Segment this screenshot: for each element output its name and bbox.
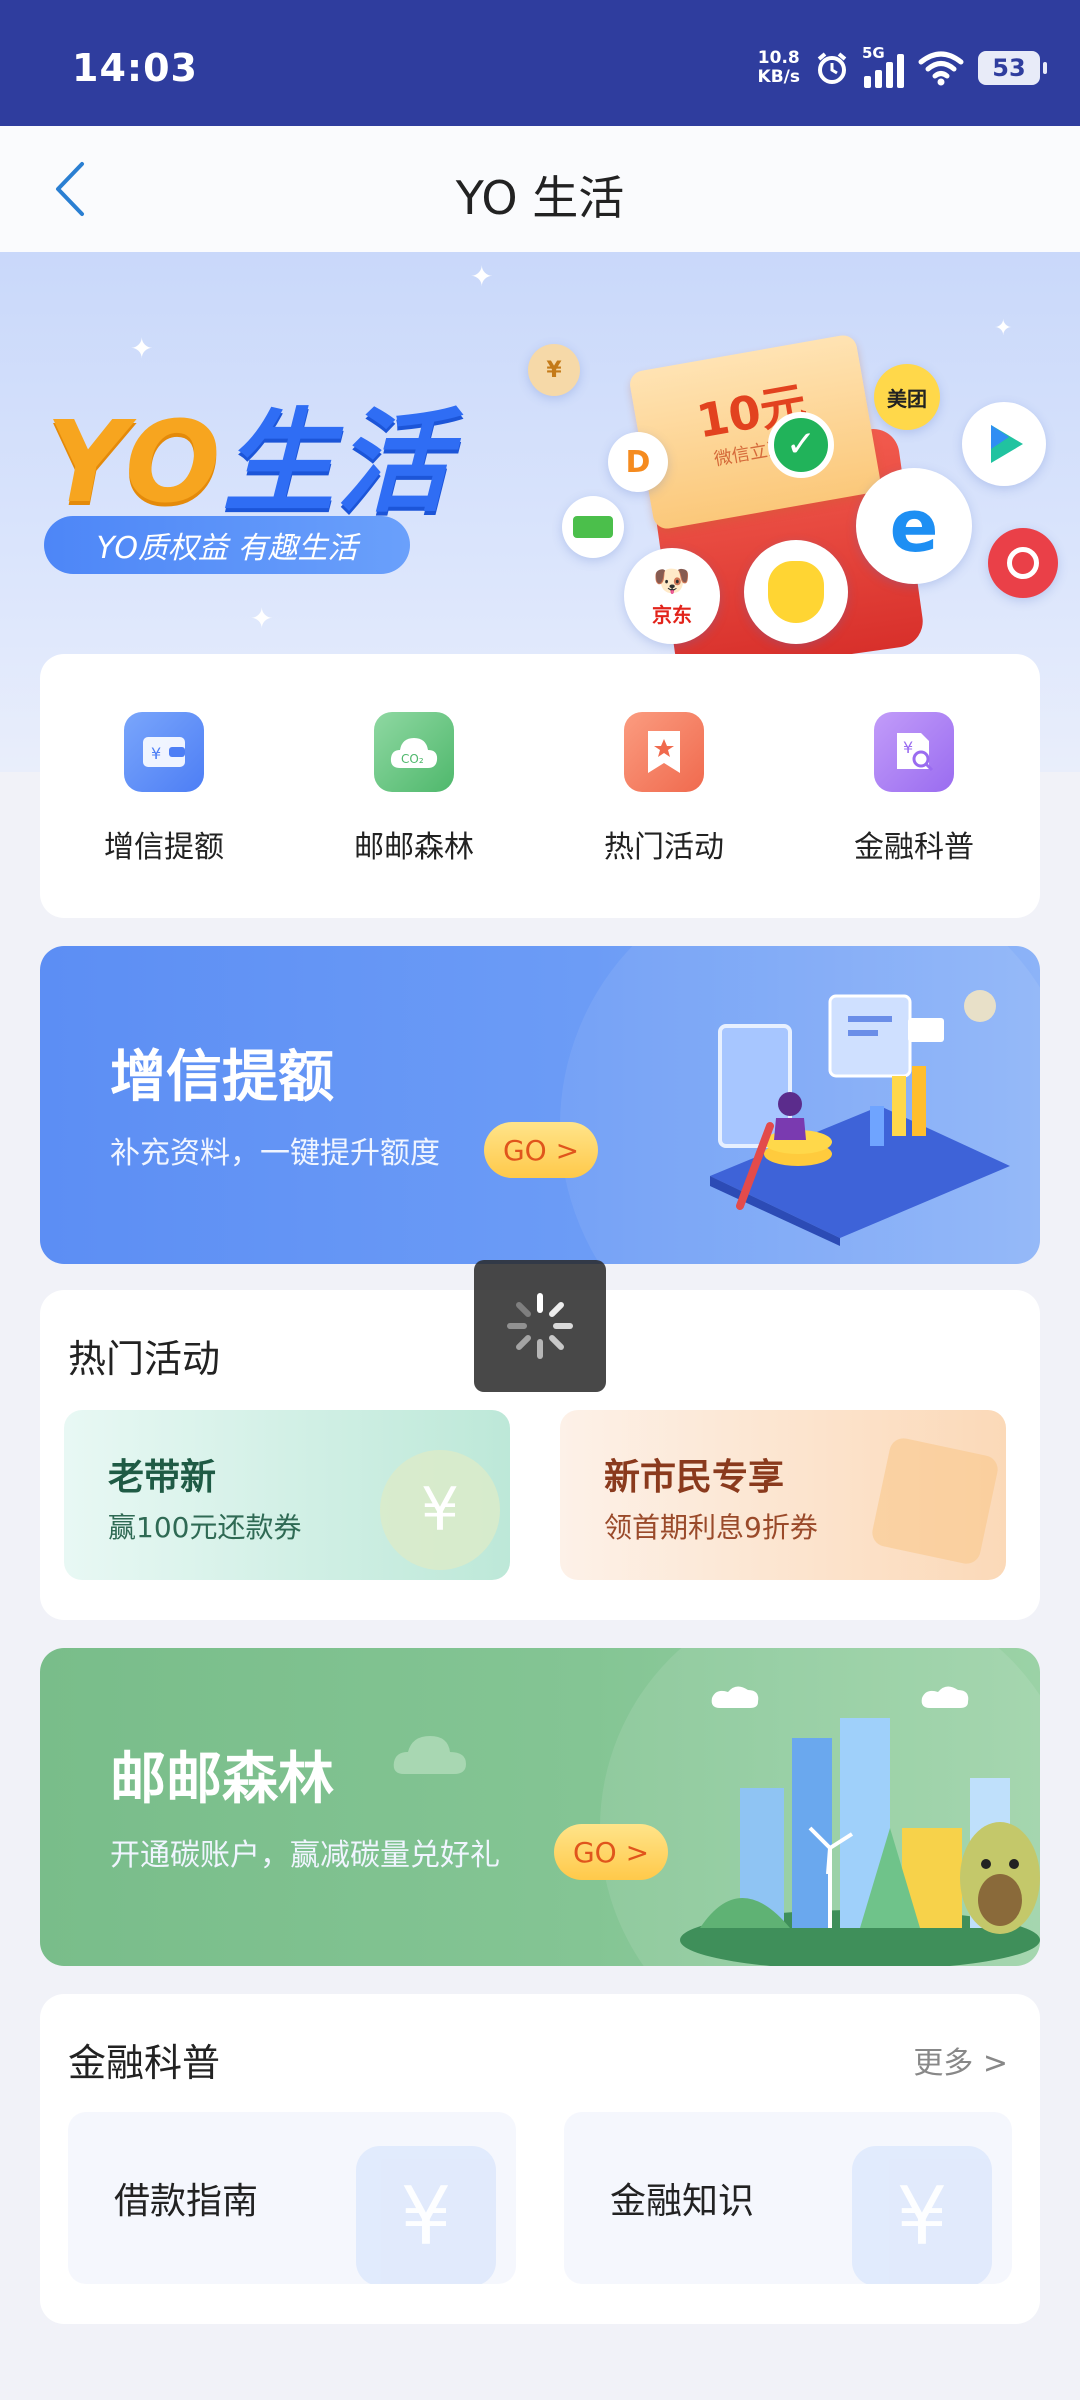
bookmark-star-icon — [624, 712, 704, 792]
meituan-label: 美团 — [887, 386, 927, 411]
forest-banner-title: 邮邮森林 — [110, 1747, 334, 1812]
coin-icon: ¥ — [528, 344, 580, 396]
rabbit-icon — [744, 540, 848, 644]
wifi-icon — [918, 51, 964, 86]
sparkle-icon: ✦ — [250, 602, 274, 635]
cellular-signal-icon: 5G — [862, 44, 904, 88]
quick-action-label: 邮邮森林 — [354, 830, 474, 865]
loan-guide-title: 借款指南 — [114, 2181, 259, 2222]
status-time: 14:03 — [72, 46, 198, 90]
gift-box-icon — [869, 1435, 1001, 1567]
banner-tagline: YO质权益 有趣生活 — [44, 516, 410, 574]
invite-card-title: 老带新 — [108, 1457, 217, 1498]
svg-text:CO₂: CO₂ — [401, 752, 424, 766]
svg-text:¥: ¥ — [151, 744, 161, 763]
city-illustration — [680, 1686, 1040, 1966]
finance-search-icon: ¥ — [874, 712, 954, 792]
quick-actions-card: ¥ 增信提额 CO₂ 邮邮森林 热门活动 ¥ 金融科普 — [40, 654, 1040, 918]
quick-action-label: 热门活动 — [604, 830, 724, 865]
credit-banner-subtitle: 补充资料，一键提升额度 — [110, 1136, 440, 1171]
network-type: 5G — [862, 44, 885, 62]
invite-card-subtitle: 赢100元还款券 — [108, 1511, 302, 1544]
yuan-document-icon: ¥ — [852, 2146, 992, 2284]
banner-title-life: 生活 — [222, 398, 451, 528]
finance-education-title: 金融科普 — [68, 2041, 221, 2085]
spinner-icon — [507, 1293, 573, 1359]
new-citizen-subtitle: 领首期利息9折券 — [604, 1511, 818, 1544]
check-icon: ✓ — [768, 412, 834, 478]
new-citizen-card[interactable]: 新市民专享 领首期利息9折券 — [560, 1410, 1006, 1580]
quick-action-label: 金融科普 — [854, 830, 974, 865]
svg-text:¥: ¥ — [903, 738, 913, 757]
jd-label: 京东 — [652, 603, 692, 627]
video-play-icon — [962, 402, 1046, 486]
invite-friend-card[interactable]: 老带新 赢100元还款券 ¥ — [64, 1410, 510, 1580]
yuan-transfer-icon: ¥ — [356, 2146, 496, 2284]
sparkle-icon: ✦ — [470, 260, 494, 293]
credit-go-button[interactable]: GO > — [484, 1122, 598, 1178]
tmall-icon — [562, 496, 624, 558]
cloud-icon — [393, 1736, 466, 1774]
loading-spinner — [474, 1260, 606, 1392]
quick-action-finance-edu[interactable]: ¥ 金融科普 — [814, 712, 1014, 866]
credit-boost-banner[interactable]: 增信提额 补充资料，一键提升额度 GO > — [40, 946, 1040, 1264]
quick-action-credit-boost[interactable]: ¥ 增信提额 — [64, 712, 264, 866]
banner-title: YO生活 — [46, 372, 450, 534]
more-link[interactable]: 更多 > — [913, 2038, 1008, 2082]
new-citizen-title: 新市民专享 — [604, 1457, 785, 1498]
network-speed-unit: KB/s — [757, 67, 800, 87]
battery-icon: 53 — [978, 51, 1047, 85]
finance-education-section: 金融科普 更多 > 借款指南 ¥ 金融知识 ¥ — [40, 1994, 1040, 2324]
status-icons: 10.8 KB/s 5G 53 — [758, 44, 1047, 92]
quick-action-forest[interactable]: CO₂ 邮邮森林 — [314, 712, 514, 866]
hot-activities-title: 热门活动 — [68, 1337, 221, 1381]
finance-knowledge-title: 金融知识 — [610, 2181, 755, 2222]
banner-title-yo: YO — [46, 398, 223, 528]
page-title: YO 生活 — [455, 171, 625, 225]
credit-banner-title: 增信提额 — [110, 1045, 334, 1110]
sparkle-icon: ✦ — [130, 332, 154, 365]
network-speed: 10.8 KB/s — [758, 49, 800, 87]
jd-icon: 🐶 京东 — [624, 548, 720, 644]
sparkle-icon: ✦ — [994, 316, 1013, 341]
network-speed-value: 10.8 — [757, 48, 800, 68]
quick-action-label: 增信提额 — [104, 830, 224, 865]
forest-banner[interactable]: 邮邮森林 开通碳账户，赢减碳量兑好礼 GO > — [40, 1648, 1040, 1966]
wallet-icon: ¥ — [124, 712, 204, 792]
forest-banner-subtitle: 开通碳账户，赢减碳量兑好礼 — [110, 1838, 500, 1873]
meituan-icon: 美团 — [874, 364, 940, 430]
didi-icon: D — [608, 432, 668, 492]
netease-music-icon — [988, 528, 1058, 598]
alarm-icon — [817, 52, 847, 84]
nav-bar: YO 生活 — [0, 126, 1080, 252]
ele-me-icon: e — [856, 468, 972, 584]
co2-cloud-icon: CO₂ — [374, 712, 454, 792]
credit-illustration — [710, 990, 1010, 1246]
quick-action-hot-activities[interactable]: 热门活动 — [564, 712, 764, 866]
finance-knowledge-card[interactable]: 金融知识 ¥ — [564, 2112, 1012, 2284]
forest-go-button[interactable]: GO > — [554, 1824, 668, 1880]
status-bar: 14:03 10.8 KB/s 5G 53 — [0, 0, 1080, 126]
yuan-coin-icon: ¥ — [380, 1450, 500, 1570]
loan-guide-card[interactable]: 借款指南 ¥ — [68, 2112, 516, 2284]
